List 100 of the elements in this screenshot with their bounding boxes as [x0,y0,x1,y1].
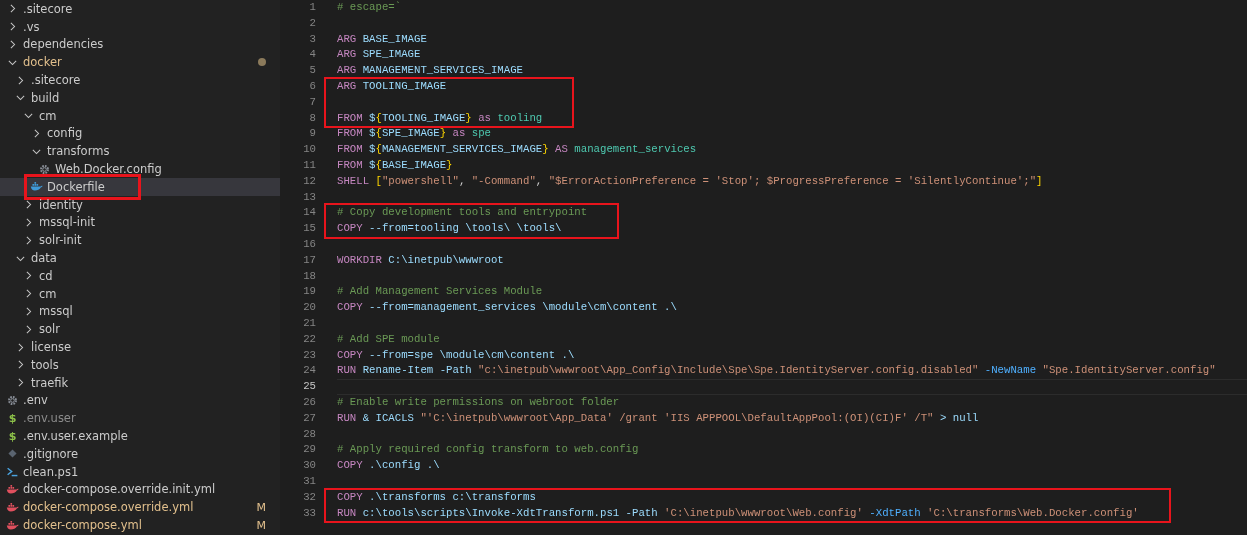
gear-icon [38,162,51,176]
tree-item[interactable]: docker-compose.yml M [0,516,280,534]
code-line: WORKDIR C:\inetpub\wwwroot [337,252,505,268]
modified-dot [258,58,266,67]
line-number: 33 [302,505,316,521]
file-name: .env.user.example [23,429,128,443]
tree-item[interactable]: traefik [0,373,280,392]
code-line: # escape=` [337,0,403,15]
dollar-icon: $ [6,429,19,443]
whale-icon [6,518,19,532]
line-number: 4 [308,47,316,63]
code-line: # Apply required config transform to web.config [337,442,640,458]
line-number: 22 [302,331,316,347]
tree-item[interactable]: solr [0,320,280,339]
tree-item[interactable]: identity [0,195,280,214]
code-line: FROM ${MANAGEMENT_SERVICES_IMAGE} AS management_services [337,142,698,158]
tree-item[interactable]: cm [0,106,280,125]
tree-item[interactable]: .sitecore [0,0,280,18]
line-number: 30 [302,458,316,474]
code-line: ARG SPE_IMAGE [337,47,422,63]
line-number: 9 [308,126,316,142]
whale-icon [6,500,19,514]
line-number: 1 [308,0,316,15]
tree-item[interactable]: .gitignore [0,444,280,463]
file-name: .sitecore [31,73,81,88]
tree-item[interactable]: data [0,249,280,267]
code-line: COPY --from=tooling \tools\ \tools\ [337,221,563,237]
line-number: 7 [308,94,316,110]
line-number: 16 [302,236,316,252]
whale-icon [6,482,19,496]
file-name: .gitignore [23,446,79,461]
tree-item[interactable]: mssql [0,302,280,321]
code-line: # Add Management Services Module [337,284,544,300]
dollar-icon: $ [6,411,19,425]
code-line: COPY --from=spe \module\cm\content .\ [337,347,576,363]
line-number: 8 [308,110,316,126]
line-number: 2 [308,15,316,31]
tree-item[interactable]: config [0,124,280,143]
line-number: 3 [308,31,316,47]
file-name: identity [39,197,83,212]
tree-item[interactable]: .sitecore [0,71,280,89]
line-number: 32 [302,489,316,505]
tree-item[interactable]: dependencies [0,35,280,54]
file-name: .vs [23,19,40,34]
tree-item[interactable]: docker-compose.override.init.yml [0,480,280,499]
line-number: 28 [302,426,316,442]
line-number: 21 [302,315,316,331]
file-name: clean.ps1 [23,464,79,479]
line-number: 11 [302,157,316,173]
file-name: cm [39,108,57,123]
line-number: 6 [308,79,316,94]
tree-item[interactable]: clean.ps1 [0,462,280,481]
tree-item[interactable]: solr-init [0,231,280,250]
file-name: dependencies [23,37,104,52]
status-letter: M [256,500,266,514]
line-number: 13 [302,189,316,205]
file-name: transforms [47,144,110,159]
file-name: docker-compose.yml [23,518,142,532]
file-name: solr-init [39,233,82,248]
file-name: cd [39,268,53,283]
code-line: FROM ${SPE_IMAGE} as spe [337,126,492,142]
file-name: data [31,251,57,266]
code-line: RUN c:\tools\scripts\Invoke-XdtTransform.ps1 -Path 'C:\inetpub\wwwroot\Web.config' -XdtPath 'C:\transforms\Web.Docker.config' [337,505,1139,521]
line-number: 25 [302,379,316,395]
file-name: mssql-init [39,215,96,230]
code-line: COPY --from=management_services \module\cm\content .\ [337,300,678,316]
code-line: COPY .\transforms c:\transforms [337,489,537,505]
line-number: 29 [302,442,316,458]
line-number: 14 [302,205,316,221]
tree-item[interactable]: docker-compose.override.yml M [0,498,280,517]
line-number: 31 [302,473,316,489]
file-name: .env.user [23,411,76,426]
code-line: # Copy development tools and entrypoint [337,205,588,221]
tree-item[interactable]: .vs [0,17,280,36]
tree-item[interactable]: cd [0,266,280,285]
tree-item[interactable]: mssql-init [0,213,280,232]
tree-item[interactable]: $ .env.user.example [0,427,280,445]
tree-item[interactable]: cm [0,284,280,303]
tree-item[interactable]: build [0,89,280,107]
line-number: 24 [302,363,316,379]
file-name: license [31,340,72,355]
terminal-icon [6,465,19,479]
line-number: 10 [302,142,316,158]
code-line: ARG BASE_IMAGE [337,31,428,47]
tree-item[interactable]: Web.Docker.config [0,160,280,178]
tree-item[interactable]: tools [0,355,280,374]
line-number: 15 [302,221,316,237]
line-number: 5 [308,63,316,79]
file-name: traefik [31,375,69,390]
file-name: mssql [39,304,73,319]
tree-item[interactable]: transforms [0,142,280,161]
tree-item[interactable]: $ .env.user [0,409,280,428]
tree-item[interactable]: .env [0,391,280,410]
file-name: docker-compose.override.yml [23,500,194,515]
file-name: config [47,126,83,141]
code-line: # Add SPE module [337,331,441,347]
line-number: 20 [302,300,316,316]
file-name: docker [23,55,62,70]
tree-item[interactable]: license [0,338,280,356]
tree-item[interactable]: docker [0,53,280,72]
